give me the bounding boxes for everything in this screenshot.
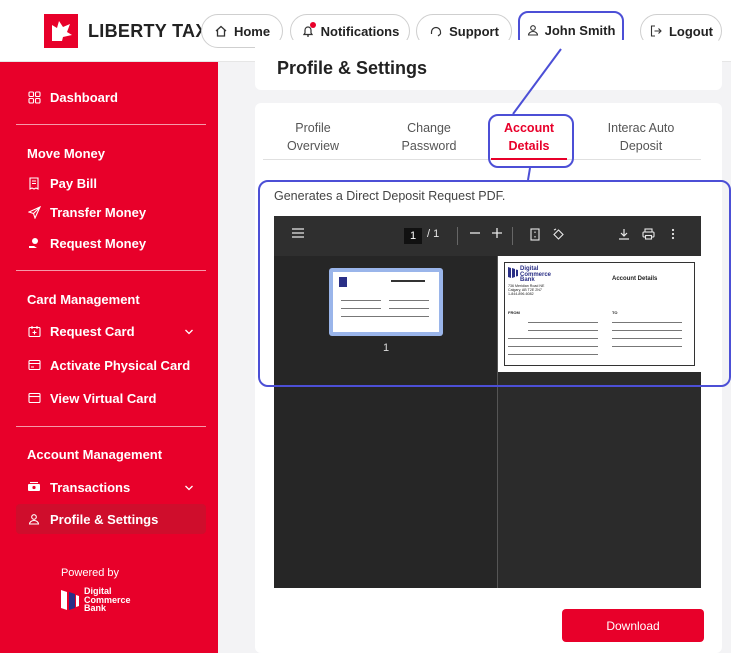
tab-label: Account: [504, 121, 554, 135]
doc-from-label: FROM: [508, 310, 520, 315]
logout-icon: [649, 24, 663, 38]
tab-label: Password: [401, 139, 457, 153]
send-icon: [26, 205, 42, 219]
page-number-input[interactable]: 1: [404, 228, 422, 244]
app-root: LIBERTY TAX Home Notifications Support J…: [0, 0, 731, 653]
user-icon: [527, 24, 539, 36]
powered-by-label: Powered by: [60, 567, 120, 579]
page-total-label: / 1: [427, 228, 440, 240]
tab-label: Profile: [295, 121, 331, 135]
card-icon: [26, 359, 42, 371]
section-account-management: Account Management: [27, 447, 163, 462]
tabs-divider: [263, 159, 701, 160]
brand-logo[interactable]: LIBERTY TAX: [44, 14, 208, 48]
sidebar-item-request-money[interactable]: Request Money: [16, 228, 206, 258]
pdf-page: Digital Commerce Bank 736 Meridian Road …: [498, 256, 701, 372]
sidebar-item-pay-bill[interactable]: Pay Bill: [16, 168, 206, 198]
sidebar: Dashboard Move Money Pay Bill Transfer M…: [0, 62, 218, 653]
tab-label: Interac Auto: [607, 121, 675, 135]
sidebar-item-label: Request Money: [50, 235, 147, 251]
brand-name: LIBERTY TAX: [88, 20, 208, 41]
sidebar-item-label: Request Card: [50, 323, 135, 339]
sidebar-item-label: Activate Physical Card: [50, 357, 191, 373]
doc-address-line: 1-844-896-6082: [508, 292, 534, 296]
download-icon[interactable]: [618, 228, 630, 240]
more-options-icon[interactable]: [671, 228, 675, 240]
chevron-down-icon: [184, 324, 194, 339]
sidebar-divider: [16, 270, 206, 271]
tab-label: Overview: [286, 139, 340, 153]
partner-line3: Bank: [84, 603, 107, 613]
sidebar-item-label: Transactions: [50, 479, 131, 495]
toolbar-divider: [457, 227, 458, 245]
sidebar-item-dashboard[interactable]: Dashboard: [16, 82, 206, 112]
credit-card-icon: [26, 392, 42, 404]
tab-interac-auto-deposit[interactable]: Interac Auto Deposit: [597, 119, 685, 155]
zoom-out-icon[interactable]: [470, 228, 480, 238]
sidebar-item-label: Transfer Money: [50, 204, 147, 220]
sidebar-item-label: View Virtual Card: [50, 390, 157, 406]
sidebar-divider: [16, 124, 206, 125]
money-hand-icon: [26, 237, 42, 250]
download-button[interactable]: Download: [562, 609, 704, 642]
tab-change-password[interactable]: Change Password: [389, 119, 469, 155]
grid-icon: [26, 90, 42, 104]
sidebar-item-label: Dashboard: [50, 89, 118, 105]
pdf-thumbnail-panel: 1: [274, 256, 498, 588]
sidebar-item-label: Profile & Settings: [50, 511, 159, 527]
page-thumbnail[interactable]: [329, 268, 443, 336]
tab-profile-overview[interactable]: Profile Overview: [273, 119, 353, 155]
pdf-page-area: Digital Commerce Bank 736 Meridian Road …: [498, 256, 701, 588]
maple-leaf-icon: [44, 14, 78, 48]
tab-label: Change: [407, 121, 451, 135]
bell-icon: [301, 22, 316, 38]
content-card: Profile Overview Change Password Account…: [255, 103, 722, 653]
doc-bank-line3: Bank: [520, 277, 535, 283]
tab-label: Details: [508, 139, 550, 153]
home-label: Home: [233, 23, 271, 39]
print-icon[interactable]: [642, 228, 655, 240]
card-plus-icon: [26, 325, 42, 338]
doc-to-label: TO: [612, 310, 618, 315]
bank-icon: [508, 267, 518, 278]
page-header-card: Profile & Settings: [255, 40, 722, 90]
notification-dot: [309, 22, 316, 28]
menu-icon[interactable]: [292, 228, 304, 238]
user-icon: [26, 513, 42, 525]
tab-account-details[interactable]: Account Details: [491, 119, 567, 155]
partner-logo: Digital Commerce Bank: [60, 587, 131, 613]
bank-icon: [61, 589, 79, 610]
pdf-viewer[interactable]: 1 / 1 1 Digital Commerce Bank 736 Meridi…: [274, 216, 701, 588]
rotate-icon[interactable]: [552, 228, 565, 241]
cash-icon: [26, 481, 42, 493]
sidebar-item-profile-settings[interactable]: Profile & Settings: [16, 504, 206, 534]
zoom-in-icon[interactable]: [492, 228, 502, 238]
thumbnail-page-number: 1: [382, 342, 390, 354]
active-tab-indicator: [491, 158, 567, 160]
tab-label: Deposit: [619, 139, 663, 153]
section-move-money: Move Money: [27, 146, 106, 161]
sidebar-item-transfer-money[interactable]: Transfer Money: [16, 197, 206, 227]
notifications-label: Notifications: [320, 23, 400, 39]
logout-label: Logout: [668, 23, 714, 39]
doc-title: Account Details: [612, 276, 658, 282]
home-icon: [214, 24, 228, 38]
sidebar-item-transactions[interactable]: Transactions: [16, 472, 206, 502]
toolbar-divider: [512, 227, 513, 245]
chevron-down-icon: [184, 480, 194, 495]
pdf-toolbar: 1 / 1: [274, 216, 701, 256]
user-name-label: John Smith: [544, 22, 616, 38]
sidebar-item-label: Pay Bill: [50, 175, 97, 191]
sidebar-divider: [16, 426, 206, 427]
receipt-icon: [26, 176, 42, 190]
fit-page-icon[interactable]: [530, 228, 540, 241]
section-card-management: Card Management: [27, 292, 140, 307]
page-title: Profile & Settings: [277, 58, 428, 78]
sidebar-item-activate-physical-card[interactable]: Activate Physical Card: [16, 350, 206, 380]
sidebar-item-view-virtual-card[interactable]: View Virtual Card: [16, 383, 206, 413]
support-label: Support: [449, 23, 499, 39]
headset-icon: [429, 24, 443, 38]
sidebar-item-request-card[interactable]: Request Card: [16, 316, 206, 346]
description-text: Generates a Direct Deposit Request PDF.: [274, 189, 506, 203]
